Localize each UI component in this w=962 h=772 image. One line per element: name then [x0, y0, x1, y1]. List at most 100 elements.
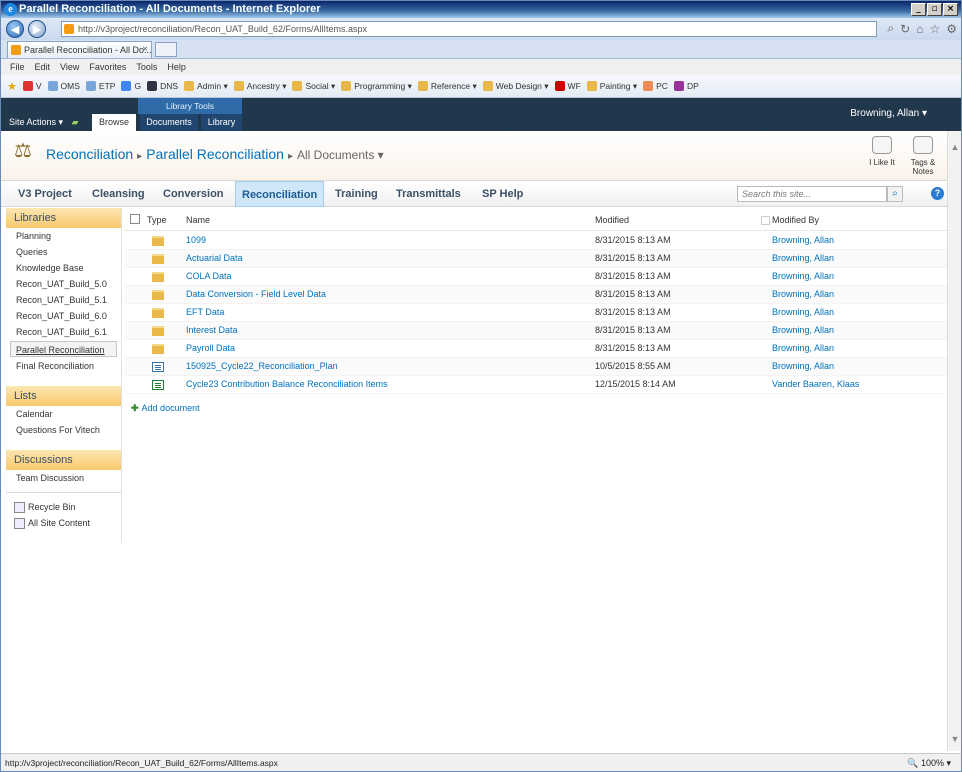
list-questions[interactable]: Questions For Vitech: [6, 422, 121, 438]
fav-v[interactable]: V: [22, 81, 42, 91]
fav-dns[interactable]: DNS: [147, 81, 178, 91]
menu-edit[interactable]: Edit: [30, 59, 56, 75]
fav-pc[interactable]: PC: [643, 81, 668, 91]
menu-help[interactable]: Help: [162, 59, 191, 75]
list-item[interactable]: Payroll Data 8/31/2015 8:13 AM Browning, A…: [125, 340, 947, 358]
menu-view[interactable]: View: [55, 59, 84, 75]
col-modified[interactable]: Modified: [595, 215, 629, 225]
vertical-scrollbar[interactable]: ▲ ▼: [947, 131, 961, 751]
fav-webdesign[interactable]: Web Design ▾: [482, 81, 549, 92]
col-name[interactable]: Name: [186, 215, 210, 225]
user-menu[interactable]: Browning, Allan ▾: [850, 108, 927, 119]
search-go-icon[interactable]: ⌕: [887, 186, 903, 202]
list-item[interactable]: 150925_Cycle22_Reconciliation_Plan 10/5/2…: [125, 358, 947, 376]
library-planning[interactable]: Planning: [6, 228, 121, 244]
item-name-link[interactable]: Interest Data: [186, 325, 238, 335]
libraries-heading[interactable]: Libraries: [6, 208, 121, 228]
menu-favorites[interactable]: Favorites: [84, 59, 131, 75]
item-modified-by-link[interactable]: Browning, Allan: [772, 253, 834, 263]
list-calendar[interactable]: Calendar: [6, 406, 121, 422]
breadcrumb-site[interactable]: Reconciliation: [46, 146, 133, 162]
menu-file[interactable]: File: [5, 59, 30, 75]
tab-library[interactable]: Library: [201, 114, 242, 131]
fav-reference[interactable]: Reference ▾: [417, 81, 477, 92]
col-filter-checkbox[interactable]: [761, 216, 770, 225]
nav-cleansing[interactable]: Cleansing: [86, 181, 151, 207]
menu-tools[interactable]: Tools: [131, 59, 162, 75]
item-modified-by-link[interactable]: Browning, Allan: [772, 325, 834, 335]
item-modified-by-link[interactable]: Browning, Allan: [772, 343, 834, 353]
i-like-it-button[interactable]: I Like It: [862, 136, 902, 167]
maximize-button[interactable]: ▫: [927, 3, 942, 16]
search-input[interactable]: Search this site...: [737, 186, 887, 202]
library-final-reconciliation[interactable]: Final Reconciliation: [6, 358, 121, 374]
library-queries[interactable]: Queries: [6, 244, 121, 260]
fav-painting[interactable]: Painting ▾: [586, 81, 637, 92]
fav-social[interactable]: Social ▾: [292, 81, 335, 92]
item-modified-by-link[interactable]: Browning, Allan: [772, 307, 834, 317]
discussion-team[interactable]: Team Discussion: [6, 470, 121, 486]
search-icon[interactable]: ⌕: [887, 21, 894, 36]
star-icon[interactable]: ☆: [929, 22, 940, 36]
library-recon-6-0[interactable]: Recon_UAT_Build_6.0: [6, 308, 121, 324]
item-name-link[interactable]: Cycle23 Contribution Balance Reconciliat…: [186, 379, 388, 389]
forward-button[interactable]: ▶: [28, 20, 46, 38]
tags-notes-button[interactable]: Tags & Notes: [903, 136, 943, 176]
nav-training[interactable]: Training: [329, 181, 384, 207]
close-button[interactable]: ×: [943, 3, 958, 16]
recycle-bin-link[interactable]: Recycle Bin: [6, 499, 121, 515]
breadcrumb-library[interactable]: Parallel Reconciliation: [146, 146, 284, 162]
discussions-heading[interactable]: Discussions: [6, 450, 121, 470]
fav-etp[interactable]: ETP: [85, 81, 115, 91]
nav-conversion[interactable]: Conversion: [157, 181, 230, 207]
item-name-link[interactable]: 1099: [186, 235, 206, 245]
col-type[interactable]: Type: [147, 215, 167, 225]
tab-browse[interactable]: Browse: [92, 114, 136, 131]
help-icon[interactable]: ?: [931, 187, 944, 200]
favorites-star-icon[interactable]: ★: [7, 80, 17, 93]
lists-heading[interactable]: Lists: [6, 386, 121, 406]
home-icon[interactable]: ⌂: [916, 22, 923, 36]
nav-v3-project[interactable]: V3 Project: [12, 181, 78, 207]
breadcrumb-view[interactable]: All Documents ▾: [297, 148, 384, 162]
item-name-link[interactable]: Payroll Data: [186, 343, 235, 353]
tab-close-icon[interactable]: ×: [142, 42, 148, 58]
list-item[interactable]: Data Conversion - Field Level Data 8/31/2…: [125, 286, 947, 304]
navigate-up-icon[interactable]: ▰: [72, 117, 79, 127]
add-document-link[interactable]: ✚ Add document: [131, 403, 200, 414]
library-recon-6-1[interactable]: Recon_UAT_Build_6.1: [6, 324, 121, 340]
gear-icon[interactable]: ⚙: [946, 22, 957, 36]
item-name-link[interactable]: EFT Data: [186, 307, 224, 317]
item-name-link[interactable]: COLA Data: [186, 271, 232, 281]
item-name-link[interactable]: 150925_Cycle22_Reconciliation_Plan: [186, 361, 338, 371]
new-tab-button[interactable]: [155, 42, 177, 57]
item-modified-by-link[interactable]: Vander Baaren, Klaas: [772, 379, 859, 389]
item-name-link[interactable]: Actuarial Data: [186, 253, 243, 263]
list-item[interactable]: Actuarial Data 8/31/2015 8:13 AM Browning,…: [125, 250, 947, 268]
tab-documents[interactable]: Documents: [140, 114, 198, 131]
address-bar[interactable]: http://v3project/reconciliation/Recon_UA…: [61, 21, 877, 37]
fav-wf[interactable]: WF: [554, 81, 581, 91]
refresh-icon[interactable]: ↻: [900, 22, 910, 36]
list-item[interactable]: COLA Data 8/31/2015 8:13 AM Browning, Alla…: [125, 268, 947, 286]
fav-programming[interactable]: Programming ▾: [341, 81, 412, 92]
scroll-up-icon[interactable]: ▲: [949, 141, 961, 153]
back-button[interactable]: ◀: [6, 20, 24, 38]
browser-tab[interactable]: Parallel Reconciliation - All Do... ×: [7, 41, 152, 58]
fav-oms[interactable]: OMS: [47, 81, 80, 91]
library-recon-5-0[interactable]: Recon_UAT_Build_5.0: [6, 276, 121, 292]
fav-google[interactable]: G: [121, 81, 141, 91]
list-item[interactable]: 1099 8/31/2015 8:13 AM Browning, Allan: [125, 232, 947, 250]
library-recon-5-1[interactable]: Recon_UAT_Build_5.1: [6, 292, 121, 308]
library-parallel-reconciliation[interactable]: Parallel Reconciliation: [10, 341, 117, 357]
item-modified-by-link[interactable]: Browning, Allan: [772, 271, 834, 281]
minimize-button[interactable]: _: [911, 3, 926, 16]
library-knowledge-base[interactable]: Knowledge Base: [6, 260, 121, 276]
all-site-content-link[interactable]: All Site Content: [6, 515, 121, 531]
nav-transmittals[interactable]: Transmittals: [390, 181, 467, 207]
item-name-link[interactable]: Data Conversion - Field Level Data: [186, 289, 326, 299]
site-actions-menu[interactable]: Site Actions ▾ ▰: [9, 117, 78, 128]
fav-dp[interactable]: DP: [673, 81, 699, 91]
scroll-down-icon[interactable]: ▼: [949, 733, 961, 745]
col-modified-by[interactable]: Modified By: [772, 215, 819, 225]
